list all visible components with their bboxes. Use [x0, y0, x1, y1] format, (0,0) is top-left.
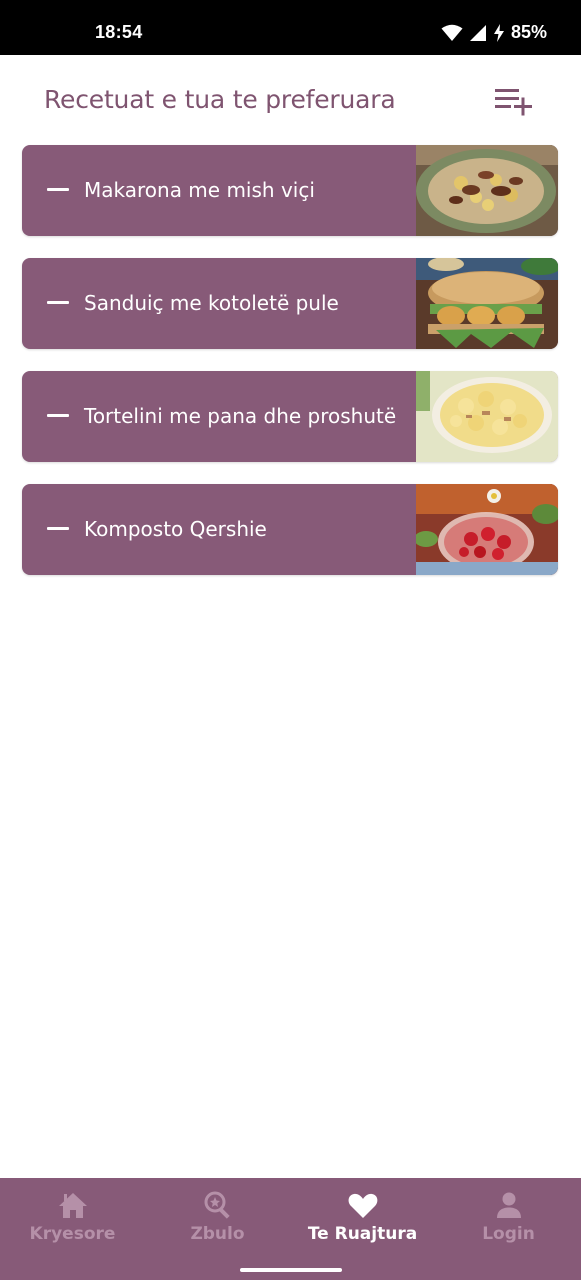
status-bar: 18:54 85%: [0, 0, 581, 55]
status-icons: 85%: [441, 22, 547, 43]
search-star-icon: [204, 1191, 230, 1219]
recipe-image: [416, 258, 558, 349]
recipe-name: Komposto Qershie: [84, 517, 267, 541]
playlist-add-icon: [495, 89, 532, 116]
recipe-card[interactable]: Makarona me mish viçi: [22, 145, 558, 236]
person-icon: [496, 1192, 521, 1218]
remove-favorite-button[interactable]: [46, 405, 72, 427]
header: Recetuat e tua te preferuara: [0, 55, 581, 145]
nav-label: Zbulo: [190, 1224, 245, 1244]
recipe-card[interactable]: Sanduiç me kotoletë pule: [22, 258, 558, 349]
bottom-navigation: Kryesore Zbulo Te Ruajtura Login: [0, 1178, 581, 1280]
recipe-image: [416, 484, 558, 575]
nav-label: Login: [482, 1224, 535, 1244]
recipe-image: [416, 371, 558, 462]
nav-item-kryesore[interactable]: Kryesore: [0, 1178, 145, 1258]
remove-favorite-button[interactable]: [46, 292, 72, 314]
nav-item-zbulo[interactable]: Zbulo: [145, 1178, 290, 1258]
nav-label: Te Ruajtura: [307, 1224, 418, 1244]
nav-label: Kryesore: [29, 1224, 116, 1244]
signal-icon: [469, 24, 487, 42]
playlist-add-button[interactable]: [492, 85, 536, 119]
recipe-card[interactable]: Tortelini me pana dhe proshutë: [22, 371, 558, 462]
recipe-name: Tortelini me pana dhe proshutë: [84, 404, 397, 428]
status-time: 18:54: [95, 22, 143, 42]
app-screen: 18:54 85% Recetuat e tua te preferuara M…: [0, 0, 581, 1280]
home-icon: [58, 1193, 87, 1218]
recipe-card[interactable]: Komposto Qershie: [22, 484, 558, 575]
remove-favorite-button[interactable]: [46, 179, 72, 201]
recipe-name: Makarona me mish viçi: [84, 178, 315, 202]
battery-level: 85%: [510, 22, 547, 42]
heart-icon: [348, 1193, 377, 1218]
home-indicator[interactable]: [240, 1268, 342, 1272]
favorite-recipes-list: Makarona me mish viçi Sanduiç me kotolet…: [22, 145, 559, 597]
charging-icon: [493, 23, 505, 42]
recipe-name: Sanduiç me kotoletë pule: [84, 291, 339, 315]
page-title: Recetuat e tua te preferuara: [44, 85, 396, 114]
remove-favorite-button[interactable]: [46, 518, 72, 540]
recipe-image: [416, 145, 558, 236]
nav-item-te-ruajtura[interactable]: Te Ruajtura: [290, 1178, 435, 1258]
nav-item-login[interactable]: Login: [436, 1178, 581, 1258]
wifi-icon: [441, 24, 463, 42]
